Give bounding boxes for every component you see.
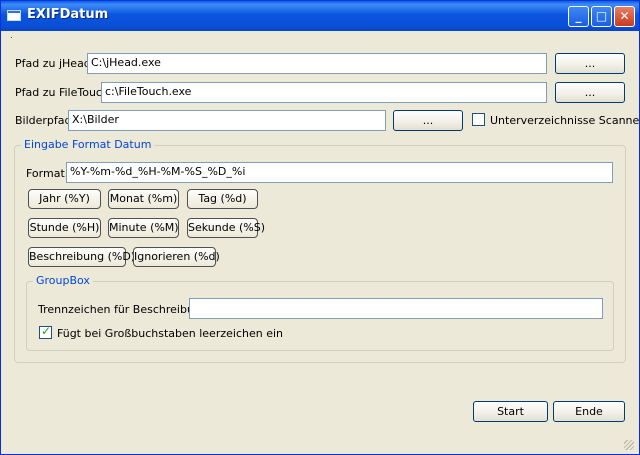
token-beschreibung-button[interactable]: Beschreibung (%D) xyxy=(28,247,135,267)
subdirs-checkbox[interactable] xyxy=(472,113,485,126)
checkmark-icon: ✓ xyxy=(41,324,52,338)
jhead-path-input[interactable]: C:\jHead.exe xyxy=(87,53,547,74)
token-jahr-button[interactable]: Jahr (%Y) xyxy=(28,189,101,209)
token-sekunde-button[interactable]: Sekunde (%S) xyxy=(187,218,265,238)
close-icon: ✕ xyxy=(619,9,630,23)
close-button[interactable]: ✕ xyxy=(614,6,635,27)
uppercase-space-label: Fügt bei Großbuchstaben leerzeichen ein xyxy=(57,327,283,340)
app-window: EXIFDatum _ □ ✕ . Pfad zu jHead C:\jHead… xyxy=(0,0,640,455)
jhead-browse-button[interactable]: ... xyxy=(555,53,625,74)
minimize-icon: _ xyxy=(575,9,582,23)
jhead-path-label: Pfad zu jHead xyxy=(15,57,91,70)
token-minute-button[interactable]: Minute (%M) xyxy=(108,218,179,238)
subdirs-label: Unterverzeichnisse Scannen xyxy=(490,114,640,127)
filetouch-browse-button[interactable]: ... xyxy=(555,82,625,103)
separator-label: Trennzeichen für Beschreibung xyxy=(38,303,208,316)
bilderpfad-browse-button[interactable]: ... xyxy=(393,110,463,131)
resize-grip[interactable] xyxy=(624,440,634,450)
window-title: EXIFDatum xyxy=(27,7,109,22)
filetouch-path-input[interactable]: c:\FileTouch.exe xyxy=(101,82,547,103)
token-tag-button[interactable]: Tag (%d) xyxy=(187,189,258,209)
token-monat-button[interactable]: Monat (%m) xyxy=(108,189,179,209)
client-area: . Pfad zu jHead C:\jHead.exe ... Pfad zu… xyxy=(4,31,640,452)
separator-input[interactable] xyxy=(189,298,603,319)
token-stunde-button[interactable]: Stunde (%H) xyxy=(28,218,101,238)
menu-dot: . xyxy=(10,31,13,41)
title-bar[interactable]: EXIFDatum _ □ ✕ xyxy=(1,1,639,31)
bilderpfad-label: Bilderpfad xyxy=(15,114,72,127)
uppercase-space-checkbox[interactable]: ✓ xyxy=(39,324,52,339)
token-ignorieren-button[interactable]: Ignorieren (%d) xyxy=(133,247,220,267)
end-button[interactable]: Ende xyxy=(553,401,625,422)
app-icon xyxy=(7,10,21,21)
format-group-title: Eingabe Format Datum xyxy=(21,138,155,151)
start-button[interactable]: Start xyxy=(473,401,548,422)
bilderpfad-input[interactable]: X:\Bilder xyxy=(68,110,386,131)
maximize-button[interactable]: □ xyxy=(591,6,612,27)
inner-group-title: GroupBox xyxy=(33,274,93,287)
filetouch-path-label: Pfad zu FileTouch xyxy=(15,86,109,99)
maximize-icon: □ xyxy=(595,9,608,23)
minimize-button[interactable]: _ xyxy=(568,6,589,27)
format-label: Format xyxy=(26,167,65,180)
format-input[interactable]: %Y-%m-%d_%H-%M-%S_%D_%i xyxy=(66,162,613,183)
